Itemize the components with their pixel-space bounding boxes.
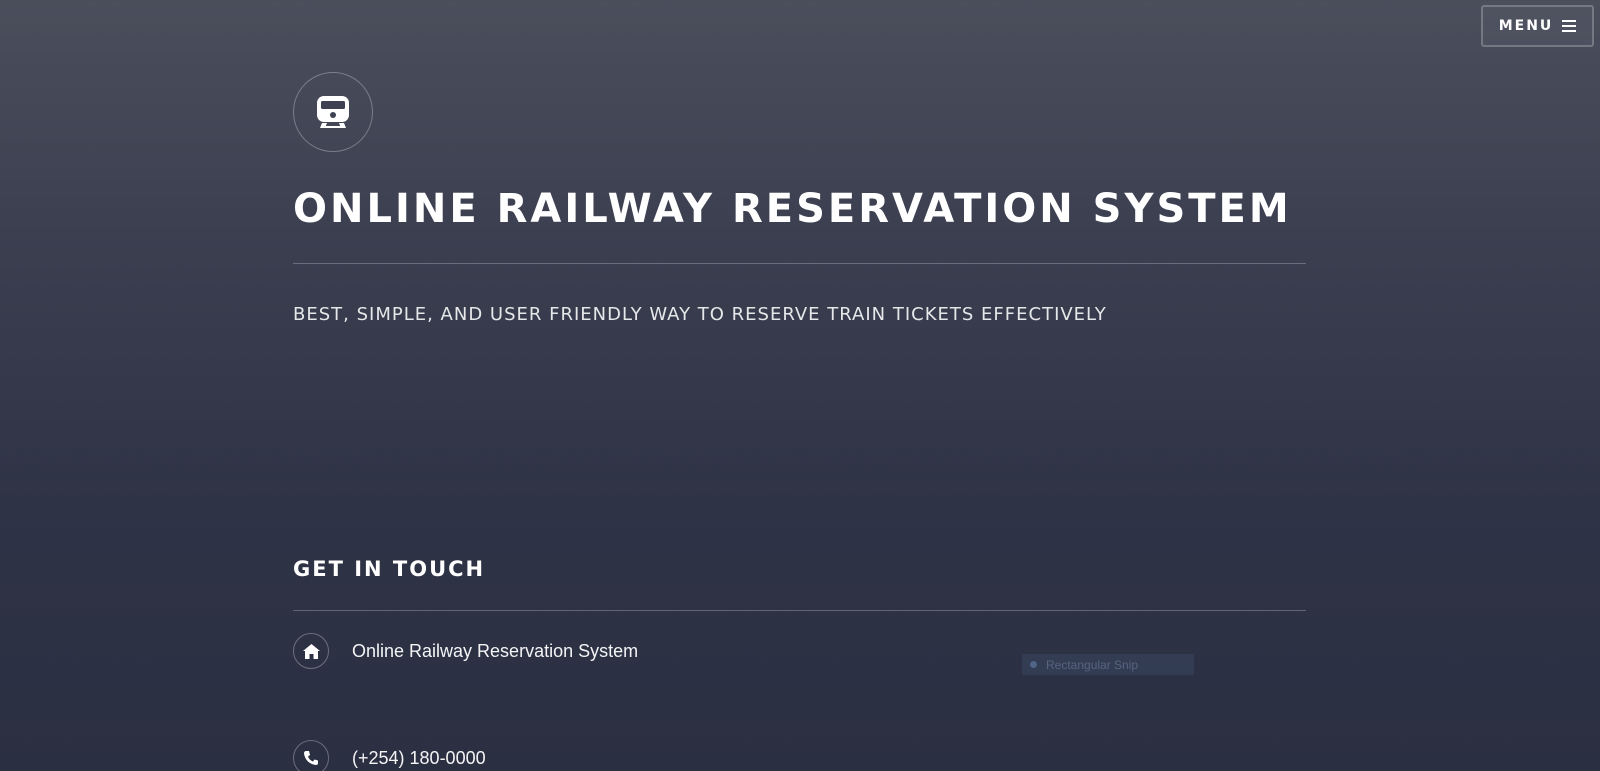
tagline: BEST, SIMPLE, AND USER FRIENDLY WAY TO R… [293, 304, 1107, 325]
snip-label: Rectangular Snip [1046, 657, 1139, 672]
contact-item-phone: (+254) 180-0000 [293, 740, 486, 771]
menu-label: MENU [1498, 18, 1554, 34]
home-icon [293, 633, 329, 669]
divider [293, 610, 1306, 611]
contact-phone-text: (+254) 180-0000 [352, 747, 486, 768]
snip-icon [1030, 661, 1037, 668]
contact-item-address: Online Railway Reservation System [293, 633, 638, 669]
page-title: ONLINE RAILWAY RESERVATION SYSTEM [293, 186, 1292, 232]
contact-address-text: Online Railway Reservation System [352, 640, 639, 661]
contact-heading: GET IN TOUCH [293, 557, 486, 581]
hamburger-icon [1562, 20, 1577, 32]
menu-button[interactable]: MENU [1481, 5, 1594, 47]
divider [293, 263, 1306, 264]
train-icon [293, 72, 373, 152]
phone-icon [293, 740, 329, 771]
snip-tooltip: Rectangular Snip [1022, 654, 1194, 675]
